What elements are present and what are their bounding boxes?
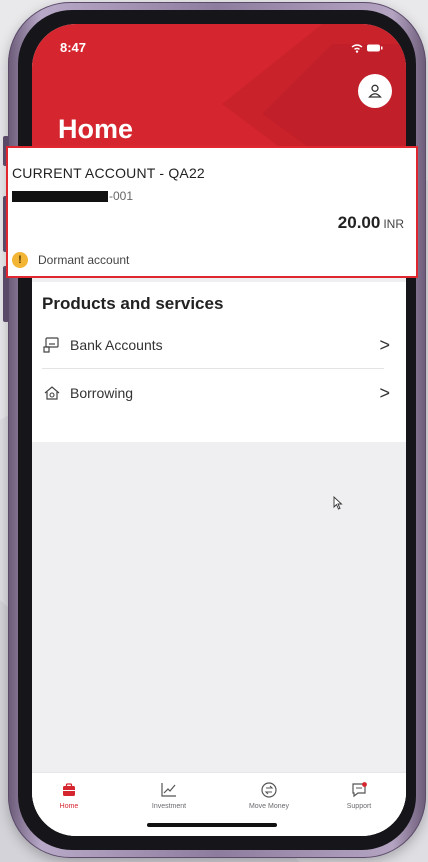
account-number-suffix: -001 [109,189,134,203]
tab-investment[interactable]: Investment [132,779,206,810]
investment-chart-icon [132,779,206,801]
borrowing-row[interactable]: Borrowing > [42,370,394,416]
row-divider [42,368,384,369]
balance-currency: INR [383,217,404,231]
borrowing-label: Borrowing [70,385,134,401]
user-icon [368,84,382,98]
bank-accounts-icon [42,335,62,355]
status-time: 8:47 [60,40,87,55]
account-status-text: Dormant account [38,253,130,267]
tab-home[interactable]: Home [32,779,106,810]
account-card[interactable]: CURRENT ACCOUNT - QA22 -001 20.00 INR ! D… [6,146,418,278]
home-icon [32,779,106,801]
support-icon [322,779,396,801]
warning-icon: ! [12,252,28,268]
move-money-icon [232,779,306,801]
mouse-cursor-icon [333,496,343,510]
home-indicator [147,823,277,827]
chevron-right-icon: > [379,334,390,355]
account-name: CURRENT ACCOUNT - QA22 [12,165,205,181]
tab-support-label: Support [346,803,372,810]
account-status: ! Dormant account [12,252,129,268]
account-number-mask [12,191,108,202]
status-icons [350,41,384,59]
bank-accounts-label: Bank Accounts [70,337,163,353]
balance-amount: 20.00 [337,213,381,232]
page-title: Home [58,114,134,144]
account-balance: 20.00 INR [338,213,404,233]
bank-accounts-row[interactable]: Bank Accounts > [42,322,394,368]
borrowing-icon [42,383,62,403]
profile-button[interactable] [358,74,392,108]
products-section: Products and services Bank Accounts > Bo… [32,282,406,442]
tab-move-money-label: Move Money [248,803,290,810]
tab-home-label: Home [59,803,79,810]
chevron-right-icon: > [379,382,390,403]
wifi-battery-icon [351,44,383,53]
tab-investment-label: Investment [151,803,187,810]
products-title: Products and services [42,294,224,313]
app-header: 8:47 Home [32,24,406,164]
tab-support[interactable]: Support [322,779,396,810]
tab-move-money[interactable]: Move Money [232,779,306,810]
